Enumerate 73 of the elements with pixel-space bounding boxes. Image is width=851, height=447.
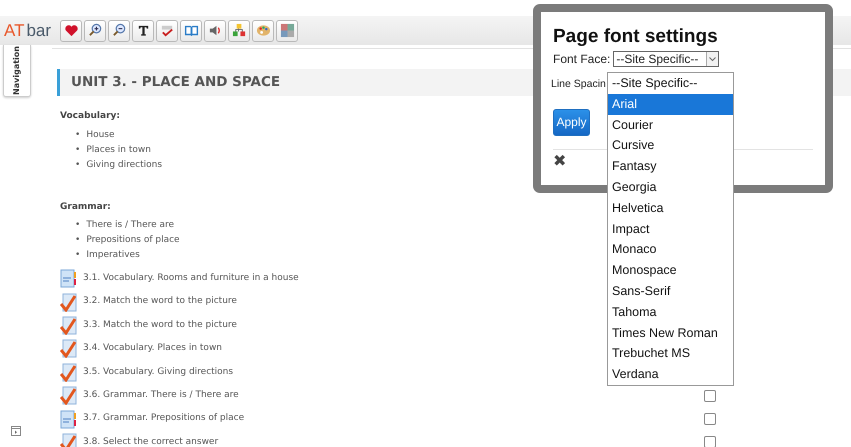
quiz-icon <box>60 386 77 406</box>
quiz-icon <box>60 292 77 312</box>
zoom-out-button[interactable] <box>108 20 130 42</box>
text-to-speech-button[interactable] <box>204 20 226 42</box>
quiz-icon <box>60 362 77 382</box>
speaker-icon <box>208 23 223 38</box>
dropdown-option[interactable]: Monaco <box>608 239 733 260</box>
zoom-in-icon <box>88 23 103 38</box>
list-item: House <box>86 128 115 142</box>
dropdown-option[interactable]: Impact <box>608 218 733 240</box>
list-item: Imperatives <box>86 249 140 262</box>
completion-checkbox[interactable] <box>704 413 716 426</box>
group-heading: Vocabulary: <box>60 110 120 123</box>
blocks-icon <box>232 23 247 38</box>
palette-icon <box>256 23 271 38</box>
group-heading: Grammar: <box>60 200 111 214</box>
dropdown-option[interactable]: Fantasy <box>608 156 733 177</box>
field-label: Line Spacin <box>551 77 606 92</box>
activity-link[interactable]: 3.8. Select the correct answer <box>83 436 704 447</box>
zoom-out-icon <box>112 23 127 38</box>
book-icon <box>184 23 199 38</box>
activity-link[interactable]: 3.7. Grammar. Prepositions of place <box>83 412 704 426</box>
activity-link[interactable]: 3.6. Grammar. There is / There are <box>83 388 704 402</box>
dropdown-option[interactable]: Monospace <box>608 260 733 281</box>
dropdown-option[interactable]: Cursive <box>608 135 733 156</box>
bullet-mark: • <box>75 219 80 232</box>
zoom-in-button[interactable] <box>84 20 106 42</box>
color-tiles-icon <box>280 23 295 38</box>
dropdown-option[interactable]: Georgia <box>608 176 733 198</box>
dictionary-button[interactable] <box>180 20 202 42</box>
font-settings-button[interactable] <box>132 20 154 42</box>
quiz-icon <box>60 432 77 447</box>
favorite-button[interactable] <box>60 20 82 42</box>
dropdown-option[interactable]: Verdana <box>608 364 733 385</box>
color-settings-button[interactable] <box>252 20 274 42</box>
bullet-mark: • <box>75 158 80 172</box>
bullet-mark: • <box>75 128 80 142</box>
list-item: There is / There are <box>86 219 174 232</box>
apply-button[interactable]: Apply <box>553 108 590 136</box>
dropdown-option[interactable]: Trebuchet MS <box>608 343 733 364</box>
heart-icon <box>64 23 79 38</box>
caret-icon <box>709 56 716 62</box>
dropdown-option[interactable]: Times New Roman <box>608 322 733 344</box>
word-prediction-button[interactable] <box>228 20 250 42</box>
dropdown-option[interactable]: --Site Specific-- <box>608 73 733 94</box>
dropdown-option[interactable]: Arial <box>608 94 733 115</box>
dropdown-option[interactable]: Courier <box>608 114 733 136</box>
completion-checkbox[interactable] <box>704 390 716 402</box>
quiz-icon <box>60 316 77 335</box>
list-item: Giving directions <box>86 158 162 172</box>
page-icon <box>60 269 77 288</box>
dropdown-option[interactable]: Sans-Serif <box>608 280 733 302</box>
overlay-button[interactable] <box>276 20 298 42</box>
list-item: Places in town <box>86 144 151 156</box>
navigation-tab[interactable]: Navigation <box>3 45 31 97</box>
close-icon[interactable]: ✖ <box>553 152 566 171</box>
dropdown-option[interactable]: Tahoma <box>608 302 733 323</box>
font-face-select[interactable]: --Site Specific-- <box>613 51 720 67</box>
logo-text: AT <box>4 20 24 42</box>
bullet-mark: • <box>75 144 80 156</box>
spell-check-icon <box>160 23 175 38</box>
bullet-mark: • <box>75 234 80 247</box>
page-icon <box>60 410 77 429</box>
block-toggle-icon[interactable] <box>11 426 21 436</box>
quiz-icon <box>60 339 77 358</box>
bullet-mark: • <box>75 249 80 262</box>
list-item: Prepositions of place <box>86 234 180 247</box>
dropdown-option[interactable]: Helvetica <box>608 198 733 219</box>
completion-checkbox[interactable] <box>704 436 716 447</box>
dialog-title: Page font settings <box>553 26 719 48</box>
logo-text: bar <box>26 20 52 42</box>
spell-check-button[interactable] <box>156 20 178 42</box>
field-label: Font Face: <box>553 51 610 68</box>
